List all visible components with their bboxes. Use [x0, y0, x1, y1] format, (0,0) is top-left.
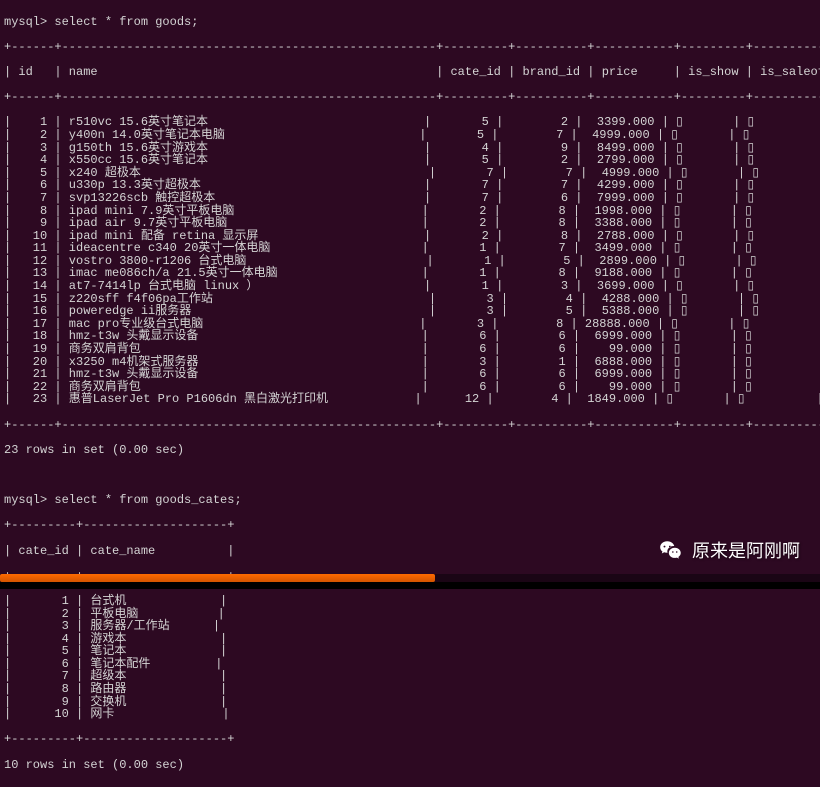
table2-border-bottom: +---------+--------------------+ [4, 733, 816, 746]
blank-line [4, 469, 816, 482]
table1-border-top: +------+--------------------------------… [4, 41, 816, 54]
terminal-output: mysql> select * from goods; +------+----… [0, 0, 820, 787]
table-row: | 10 | 网卡 | [4, 708, 816, 721]
table2-border-top: +---------+--------------------+ [4, 519, 816, 532]
table-row: | 7 | svp13226scb 触控超极本 | 7 | 6 | 7999.0… [4, 192, 816, 205]
wechat-icon [658, 538, 684, 564]
watermark-text: 原来是阿刚啊 [692, 542, 800, 561]
sql-query-2: mysql> select * from goods_cates; [4, 494, 816, 507]
table-row: | 6 | 笔记本配件 | [4, 658, 816, 671]
table-row: | 9 | 交换机 | [4, 696, 816, 709]
table-row: | 7 | 超级本 | [4, 670, 816, 683]
table-row: | 3 | 服务器/工作站 | [4, 620, 816, 633]
table-row: | 2 | y400n 14.0英寸笔记本电脑 | 5 | 7 | 4999.0… [4, 129, 816, 142]
table-row: | 4 | 游戏本 | [4, 633, 816, 646]
table-row: | 14 | at7-7414lp 台式电脑 linux ） | 1 | 3 |… [4, 280, 816, 293]
table-row: | 11 | ideacentre c340 20英寸一体电脑 | 1 | 7 … [4, 242, 816, 255]
result1: 23 rows in set (0.00 sec) [4, 444, 816, 457]
bottom-bar [0, 582, 820, 589]
table-row: | 9 | ipad air 9.7英寸平板电脑 | 2 | 8 | 3388.… [4, 217, 816, 230]
table-row: | 2 | 平板电脑 | [4, 608, 816, 621]
table-row: | 8 | 路由器 | [4, 683, 816, 696]
horizontal-scrollbar[interactable] [0, 574, 820, 582]
table2-body: | 1 | 台式机 || 2 | 平板电脑 || 3 | 服务器/工作站 || … [4, 595, 816, 721]
table1-header: | id | name | cate_id | brand_id | price… [4, 66, 816, 79]
table1-border-mid: +------+--------------------------------… [4, 91, 816, 104]
table-row: | 19 | 商务双肩背包 | 6 | 6 | 99.000 | ▯ | ▯ | [4, 343, 816, 356]
scrollbar-thumb[interactable] [0, 574, 435, 582]
table1-body: | 1 | r510vc 15.6英寸笔记本 | 5 | 2 | 3399.00… [4, 116, 816, 406]
sql-query-1: mysql> select * from goods; [4, 16, 816, 29]
table1-border-bottom: +------+--------------------------------… [4, 419, 816, 432]
table-row: | 5 | 笔记本 | [4, 645, 816, 658]
table-row: | 23 | 惠普LaserJet Pro P1606dn 黑白激光打印机 | … [4, 393, 816, 406]
table-row: | 21 | hmz-t3w 头戴显示设备 | 6 | 6 | 6999.000… [4, 368, 816, 381]
table-row: | 1 | 台式机 | [4, 595, 816, 608]
watermark: 原来是阿刚啊 [658, 538, 800, 564]
table-row: | 4 | x550cc 15.6英寸笔记本 | 5 | 2 | 2799.00… [4, 154, 816, 167]
result2: 10 rows in set (0.00 sec) [4, 759, 816, 772]
table-row: | 16 | poweredge ii服务器 | 3 | 5 | 5388.00… [4, 305, 816, 318]
